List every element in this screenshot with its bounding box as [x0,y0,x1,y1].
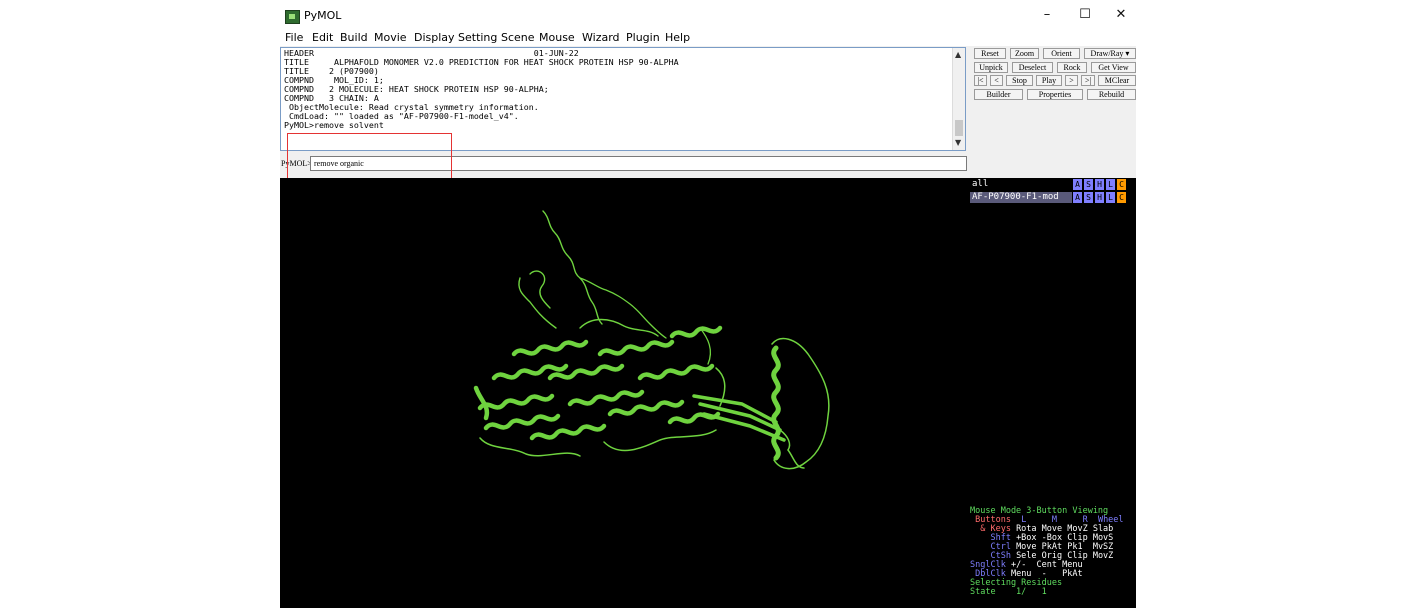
mouse-info-line: State 1/ 1 [970,588,1136,597]
close-button[interactable]: ✕ [1106,5,1136,25]
object-panel: all A S H L C AF-P07900-F1-mod A S H L C… [969,178,1136,608]
menu-edit[interactable]: Edit [312,31,333,44]
object-flag-h[interactable]: H [1095,192,1104,203]
mouse-info-text: State 1/ 1 [970,587,1047,597]
pymol-app-icon [285,10,300,24]
output-line: TITLE 2 (P07900) [284,66,379,76]
deselect-button[interactable]: Deselect [1012,62,1053,73]
object-flag-s[interactable]: S [1084,192,1093,203]
orient-button[interactable]: Orient [1043,48,1080,59]
zoom-button[interactable]: Zoom [1010,48,1039,59]
maximize-button[interactable]: ☐ [1070,5,1100,25]
output-line: COMPND 2 MOLECULE: HEAT SHOCK PROTEIN HS… [284,84,549,94]
play-button[interactable]: Play [1036,75,1062,86]
unpick-button[interactable]: Unpick [974,62,1008,73]
menu-display[interactable]: Display [414,31,455,44]
menu-movie[interactable]: Movie [374,31,407,44]
control-button-panel: Reset Zoom Orient Draw/Ray ▾ Unpick Dese… [970,47,1136,103]
minimize-button[interactable]: – [1032,5,1062,25]
menu-build[interactable]: Build [340,31,368,44]
title-bar: PyMOL – ☐ ✕ [280,0,1136,30]
object-flag-l[interactable]: L [1106,192,1115,203]
menu-setting[interactable]: Setting [458,31,497,44]
rebuild-button[interactable]: Rebuild [1087,89,1136,100]
output-line: CmdLoad: "" loaded as "AF-P07900-F1-mode… [284,111,519,121]
menu-wizard[interactable]: Wizard [582,31,620,44]
output-lines: HEADER 01-JUN-22 TITLE ALPHAFOLD MONOMER… [284,49,954,130]
molecule-viewer[interactable] [280,178,969,608]
object-name[interactable]: AF-P07900-F1-mod [972,192,1059,203]
mouse-mode-info: Mouse Mode 3-Button Viewing Buttons L M … [970,507,1136,597]
output-line: PyMOL>remove solvent [284,120,384,130]
menu-bar: File Edit Build Movie Display Setting Sc… [280,30,1136,46]
output-console[interactable]: HEADER 01-JUN-22 TITLE ALPHAFOLD MONOMER… [280,47,966,151]
scroll-up-icon[interactable]: ▲ [955,50,961,59]
object-row-all[interactable]: all A S H L C [970,179,1136,190]
menu-scene[interactable]: Scene [501,31,535,44]
object-flag-c[interactable]: C [1117,192,1126,203]
mclear-button[interactable]: MClear [1098,75,1136,86]
object-flag-h[interactable]: H [1095,179,1104,190]
object-flag-l[interactable]: L [1106,179,1115,190]
reset-button[interactable]: Reset [974,48,1006,59]
menu-plugin[interactable]: Plugin [626,31,660,44]
menu-file[interactable]: File [285,31,303,44]
back-button[interactable]: < [990,75,1003,86]
menu-mouse[interactable]: Mouse [539,31,575,44]
rewind-button[interactable]: |< [974,75,987,86]
object-flag-a[interactable]: A [1073,179,1082,190]
output-scrollbar[interactable]: ▲ ▼ [952,48,965,150]
output-line: TITLE ALPHAFOLD MONOMER V2.0 PREDICTION … [284,57,679,67]
pymol-window: PyMOL – ☐ ✕ File Edit Build Movie Displa… [280,0,1136,608]
builder-button[interactable]: Builder [974,89,1023,100]
command-input[interactable] [310,156,967,171]
forward-button[interactable]: > [1065,75,1078,86]
scroll-down-icon[interactable]: ▼ [955,138,961,147]
object-flag-s[interactable]: S [1084,179,1093,190]
protein-cartoon [473,210,830,470]
stop-button[interactable]: Stop [1006,75,1033,86]
properties-button[interactable]: Properties [1027,89,1083,100]
menu-help[interactable]: Help [665,31,690,44]
object-flag-c[interactable]: C [1117,179,1126,190]
end-button[interactable]: >| [1081,75,1095,86]
object-name[interactable]: all [972,179,988,190]
draw-ray-button[interactable]: Draw/Ray ▾ [1084,48,1136,59]
object-flag-a[interactable]: A [1073,192,1082,203]
rock-button[interactable]: Rock [1057,62,1087,73]
get-view-button[interactable]: Get View [1091,62,1136,73]
window-title: PyMOL [304,9,342,22]
scroll-thumb[interactable] [955,120,963,136]
command-prompt-label: PyMOL> [281,159,312,168]
object-row-af-p07900[interactable]: AF-P07900-F1-mod A S H L C [970,192,1136,203]
